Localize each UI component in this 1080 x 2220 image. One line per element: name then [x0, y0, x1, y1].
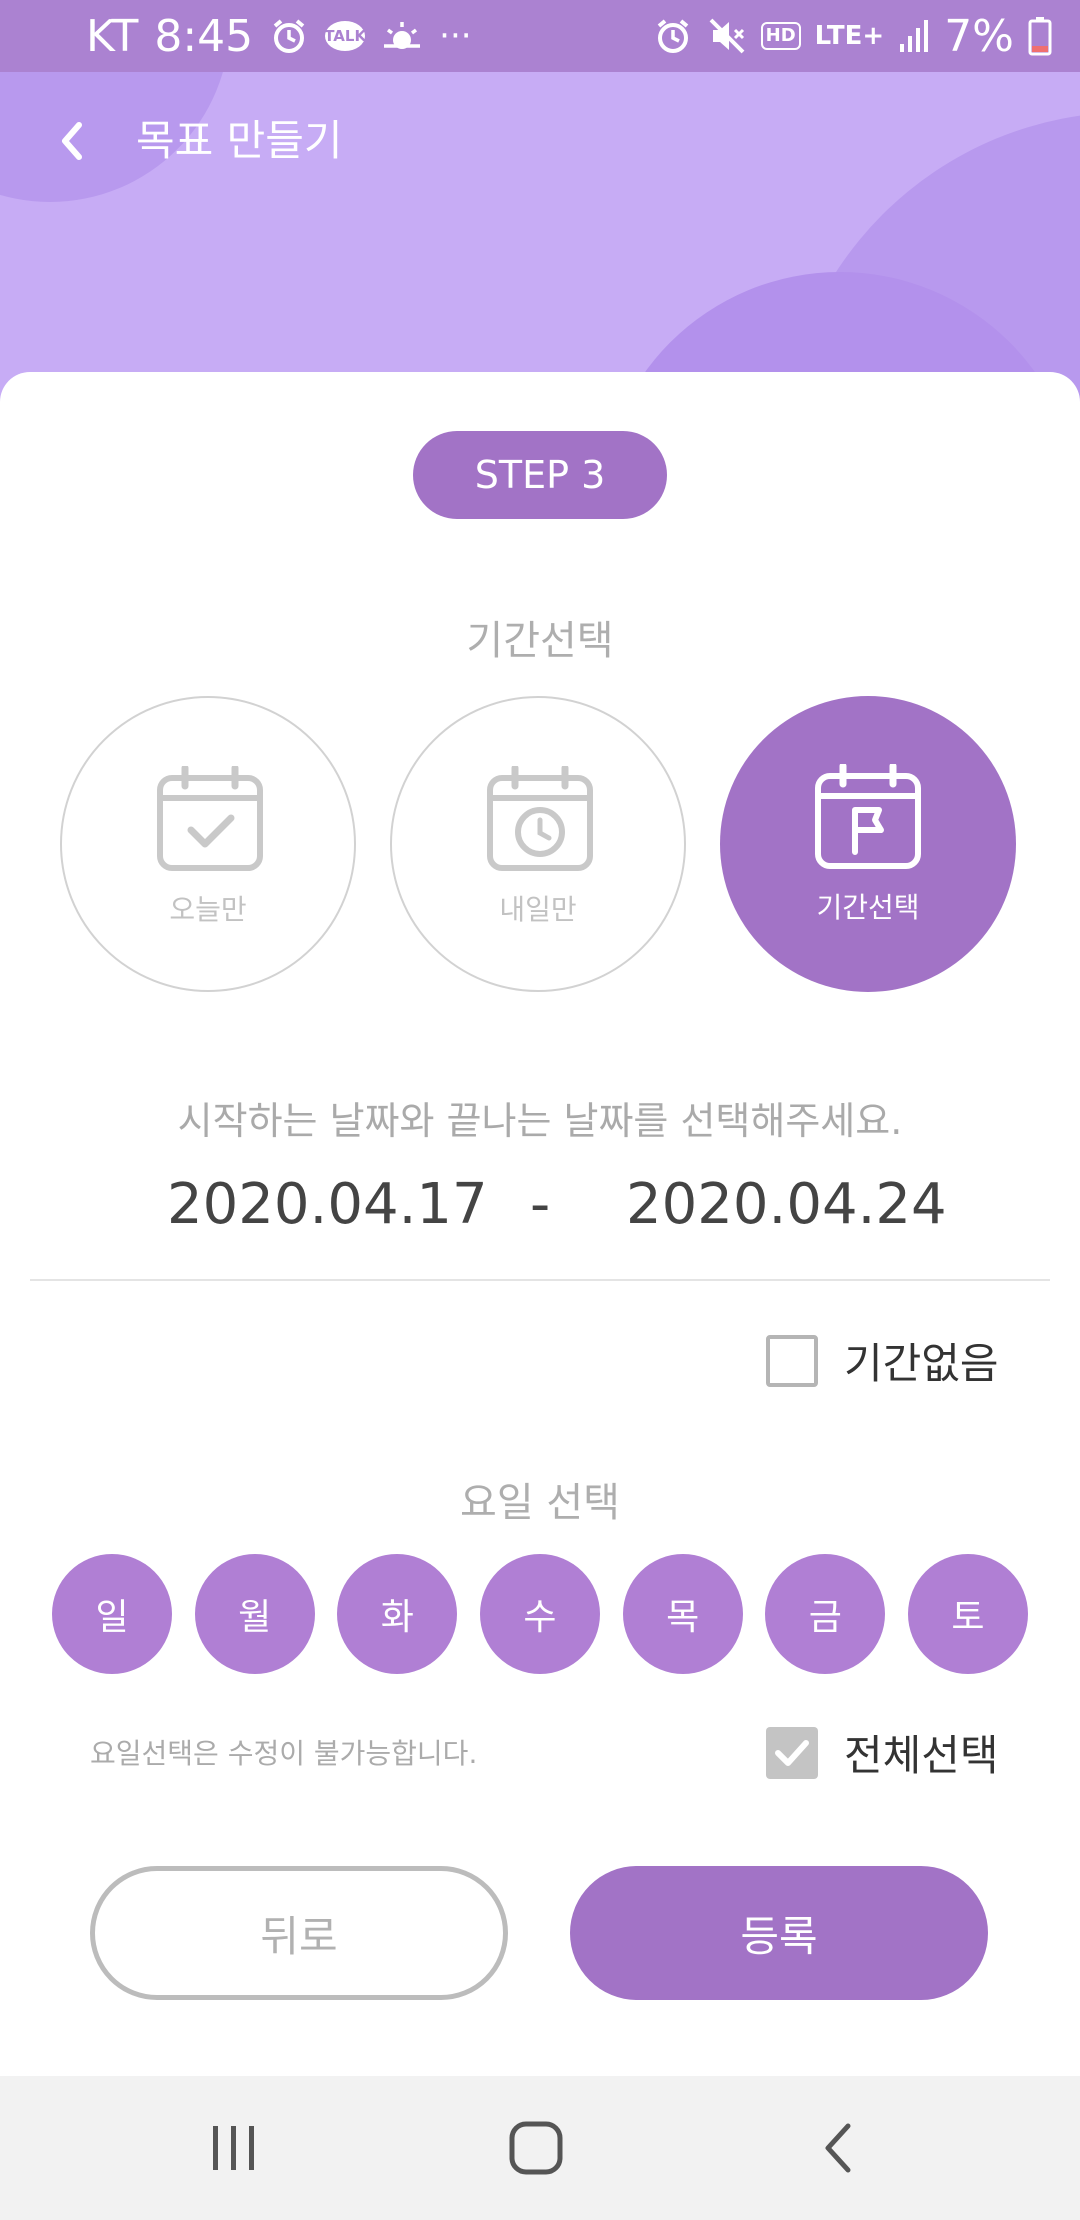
- period-option-label: 오늘만: [169, 893, 247, 926]
- period-option-label: 내일만: [499, 893, 577, 926]
- mute-icon: [707, 16, 747, 56]
- carrier-label: KT: [86, 10, 139, 62]
- weekday-section-title: 요일 선택: [460, 1480, 620, 1526]
- period-option-tomorrow[interactable]: 내일만: [390, 696, 686, 992]
- recent-apps-icon[interactable]: [194, 2108, 274, 2188]
- battery-icon: [1028, 16, 1052, 56]
- step-badge: STEP 3: [413, 431, 667, 519]
- signal-icon: [898, 18, 930, 54]
- select-all-option[interactable]: 전체선택: [766, 1722, 999, 1783]
- weekday-selector: 일 월 화 수 목 금 토: [52, 1554, 1028, 1674]
- chevron-left-icon[interactable]: [44, 110, 100, 172]
- weekday-button-tue[interactable]: 화: [337, 1554, 458, 1674]
- weekday-button-sat[interactable]: 토: [907, 1554, 1028, 1674]
- date-separator: -: [530, 1172, 551, 1237]
- weekday-note: 요일선택은 수정이 불가능합니다.: [90, 1737, 478, 1770]
- register-button[interactable]: 등록: [570, 1866, 988, 2000]
- period-option-range[interactable]: 기간선택: [720, 696, 1016, 992]
- period-option-today[interactable]: 오늘만: [60, 696, 356, 992]
- divider: [30, 1279, 1050, 1281]
- clock-time: 8:45: [154, 10, 254, 62]
- date-range-hint: 시작하는 날짜와 끝나는 날짜를 선택해주세요.: [177, 1099, 903, 1143]
- select-all-checkbox[interactable]: [766, 1726, 818, 1779]
- weekday-button-mon[interactable]: 월: [194, 1554, 315, 1674]
- no-period-option[interactable]: 기간없음: [766, 1330, 999, 1391]
- hd-icon: HD: [760, 22, 801, 50]
- status-bar: KT 8:45 TALK ··· HD LTE+ 7%: [0, 0, 1080, 72]
- battery-percent: 7%: [944, 10, 1014, 62]
- home-icon[interactable]: [496, 2108, 576, 2188]
- weekday-button-fri[interactable]: 금: [765, 1554, 886, 1674]
- calendar-check-icon: [157, 764, 263, 872]
- weekday-button-thu[interactable]: 목: [622, 1554, 743, 1674]
- header: 목표 만들기: [0, 72, 1080, 402]
- start-date[interactable]: 2020.04.17: [167, 1172, 488, 1237]
- period-section-title: 기간선택: [466, 618, 614, 664]
- weekday-button-wed[interactable]: 수: [479, 1554, 600, 1674]
- end-date[interactable]: 2020.04.24: [626, 1172, 947, 1237]
- system-nav-bar: [0, 2076, 1080, 2220]
- check-icon: [775, 1739, 809, 1766]
- back-button[interactable]: 뒤로: [90, 1866, 508, 2000]
- period-option-label: 기간선택: [816, 891, 920, 924]
- alarm-icon: [269, 16, 309, 56]
- weekday-button-sun[interactable]: 일: [52, 1554, 172, 1674]
- calendar-clock-icon: [487, 764, 593, 872]
- alarm-icon: [653, 16, 693, 56]
- content-sheet: STEP 3 기간선택 오늘만 내일만 기간선택 시작하는 날짜와 끝나는 날짜…: [0, 372, 1080, 2076]
- lte-icon: LTE+: [814, 21, 885, 51]
- more-dots-icon: ···: [439, 16, 472, 56]
- back-icon[interactable]: [798, 2108, 878, 2188]
- select-all-label: 전체선택: [844, 1731, 999, 1780]
- page-title: 목표 만들기: [136, 116, 343, 165]
- kakaotalk-icon: TALK: [324, 21, 366, 51]
- calendar-flag-icon: [815, 762, 921, 870]
- weather-icon: [381, 18, 423, 54]
- no-period-label: 기간없음: [844, 1339, 999, 1388]
- no-period-checkbox[interactable]: [766, 1334, 818, 1387]
